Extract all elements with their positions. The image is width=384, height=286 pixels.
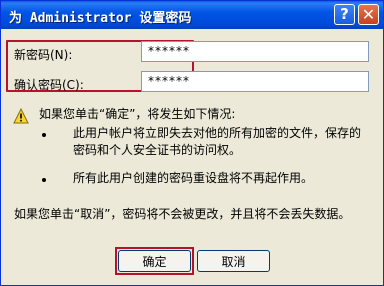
close-button[interactable]: ✕ <box>358 4 379 25</box>
new-password-label: 新密码(N): <box>14 48 73 62</box>
set-password-dialog: 为 Administrator 设置密码 ? ✕ 新密码(N): ****** … <box>0 0 384 286</box>
confirm-password-field[interactable]: ****** <box>141 71 369 92</box>
cancel-note: 如果您单击“取消”，密码将不会被更改，并且将不会丢失数据。 <box>14 207 351 221</box>
bullet-dot <box>42 178 46 182</box>
bullet-item-2: 所有此用户创建的密码重设盘将不再起作用。 <box>73 171 314 185</box>
bullet-item-1: 此用户帐户将立即失去对他的所有加密的文件，保存的密码和个人安全证书的访问权。 <box>73 126 362 157</box>
title-bar[interactable]: 为 Administrator 设置密码 ? ✕ <box>1 1 383 29</box>
help-button[interactable]: ? <box>334 4 355 25</box>
cancel-button[interactable]: 取消 <box>197 250 270 272</box>
new-password-field[interactable]: ****** <box>141 41 369 62</box>
window-title: 为 Administrator 设置密码 <box>9 11 192 26</box>
warning-icon <box>13 108 29 124</box>
warning-text: 如果您单击“确定”，将发生如下情况: <box>39 107 236 121</box>
confirm-password-label: 确认密码(C): <box>14 78 84 92</box>
bullet-dot <box>42 133 46 137</box>
ok-button[interactable]: 确定 <box>118 250 191 272</box>
